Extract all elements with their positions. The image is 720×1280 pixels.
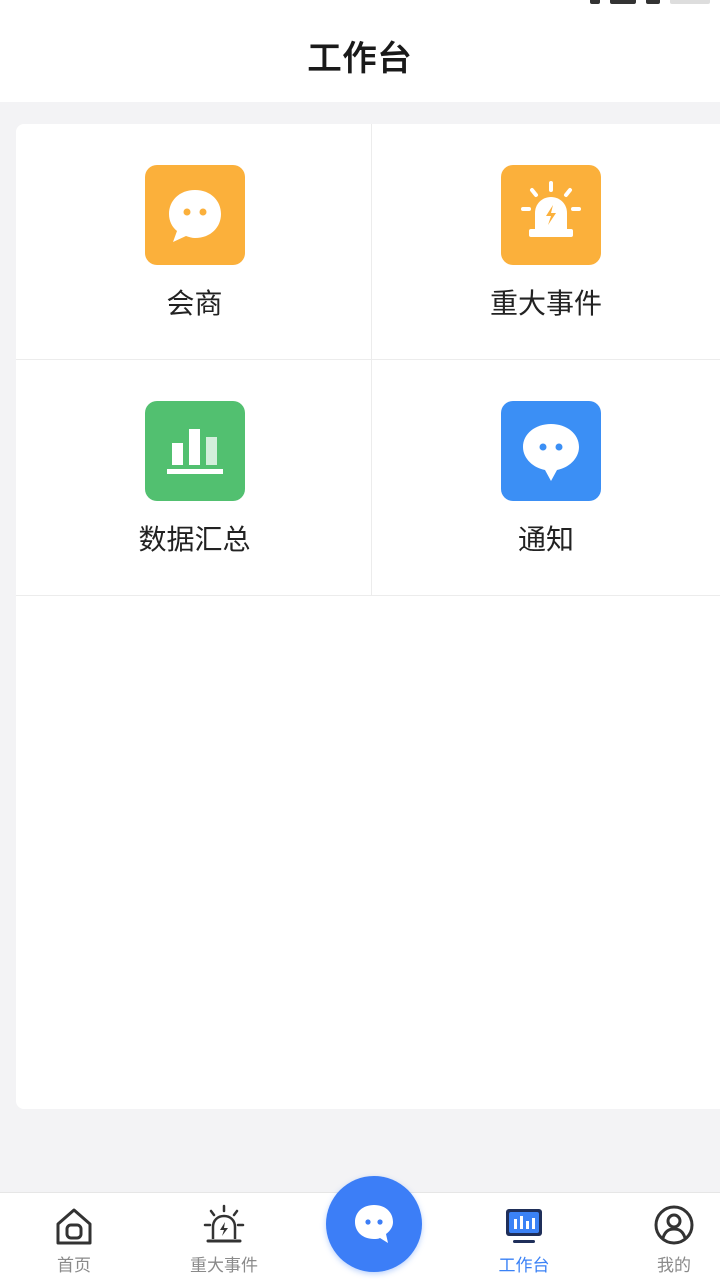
top-header: 工作台 <box>0 14 720 102</box>
signal-icon <box>590 0 600 4</box>
function-grid: 会商 重大事件 数据汇总 通知 <box>16 124 720 596</box>
chat-icon <box>355 1205 393 1243</box>
status-icons <box>590 0 710 4</box>
home-icon <box>56 1208 92 1245</box>
tab-workbench[interactable]: 工作台 <box>484 1193 564 1280</box>
tab-major-events[interactable]: 重大事件 <box>174 1193 274 1280</box>
grid-item-data-summary[interactable]: 数据汇总 <box>16 360 372 596</box>
battery-icon <box>646 0 660 4</box>
grid-item-label: 通知 <box>517 523 574 556</box>
workbench-page: 工作台 会商 重大事件 数据汇总 通知 首页 重大事件 工作台 我的 <box>0 0 720 1280</box>
status-bar <box>0 0 720 14</box>
tab-mine[interactable]: 我的 <box>634 1193 714 1280</box>
grid-item-consultation[interactable]: 会商 <box>16 124 372 360</box>
tab-label: 重大事件 <box>190 1256 258 1276</box>
grid-item-label: 数据汇总 <box>138 523 251 556</box>
grid-item-label: 会商 <box>166 287 223 320</box>
grid-item-notification[interactable]: 通知 <box>372 360 720 596</box>
grid-item-major-events[interactable]: 重大事件 <box>372 124 720 360</box>
alarm-siren-icon <box>203 1204 245 1243</box>
wifi-icon <box>610 0 636 4</box>
bar-chart-icon <box>145 401 245 501</box>
message-icon <box>501 401 601 501</box>
time-remnant <box>670 0 710 4</box>
chat-bubble-icon <box>145 165 245 265</box>
function-card: 会商 重大事件 数据汇总 通知 <box>16 124 720 1109</box>
tab-home[interactable]: 首页 <box>34 1193 114 1280</box>
tab-label: 我的 <box>657 1256 691 1276</box>
tab-label: 工作台 <box>498 1256 550 1276</box>
workbench-icon <box>506 1209 542 1243</box>
user-circle-icon <box>654 1205 694 1245</box>
page-title: 工作台 <box>307 38 413 79</box>
grid-item-label: 重大事件 <box>489 287 602 320</box>
alarm-siren-icon <box>501 165 601 265</box>
tab-label: 首页 <box>57 1256 91 1276</box>
center-chat-button[interactable] <box>326 1176 422 1272</box>
